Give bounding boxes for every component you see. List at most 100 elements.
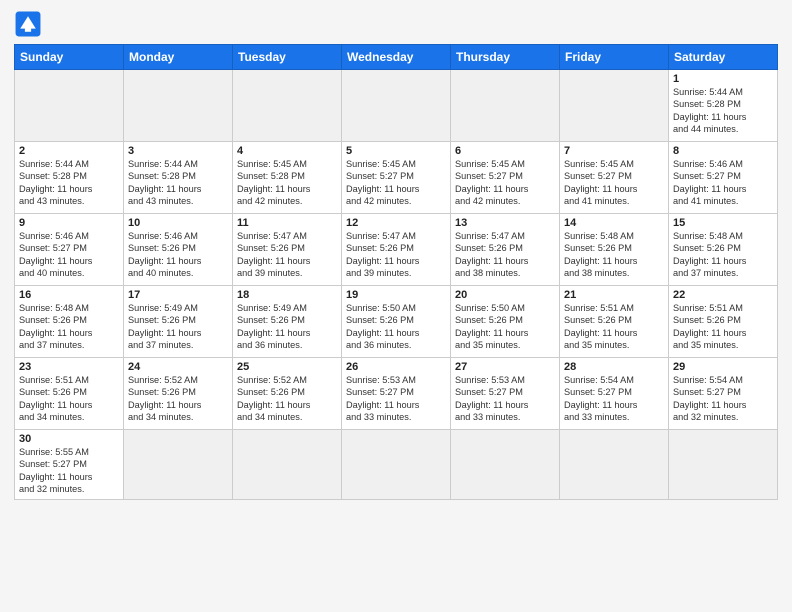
day-info: Sunrise: 5:48 AM Sunset: 5:26 PM Dayligh…: [673, 230, 773, 280]
day-info: Sunrise: 5:50 AM Sunset: 5:26 PM Dayligh…: [455, 302, 555, 352]
day-info: Sunrise: 5:48 AM Sunset: 5:26 PM Dayligh…: [564, 230, 664, 280]
weekday-header: Tuesday: [233, 45, 342, 70]
day-info: Sunrise: 5:54 AM Sunset: 5:27 PM Dayligh…: [673, 374, 773, 424]
day-number: 21: [564, 289, 664, 301]
calendar-cell: [560, 70, 669, 142]
day-number: 9: [19, 217, 119, 229]
day-number: 25: [237, 361, 337, 373]
day-number: 3: [128, 145, 228, 157]
calendar-cell: 23Sunrise: 5:51 AM Sunset: 5:26 PM Dayli…: [15, 358, 124, 430]
weekday-header: Thursday: [451, 45, 560, 70]
day-number: 23: [19, 361, 119, 373]
calendar-cell: 28Sunrise: 5:54 AM Sunset: 5:27 PM Dayli…: [560, 358, 669, 430]
calendar-cell: 30Sunrise: 5:55 AM Sunset: 5:27 PM Dayli…: [15, 430, 124, 500]
day-info: Sunrise: 5:46 AM Sunset: 5:26 PM Dayligh…: [128, 230, 228, 280]
day-info: Sunrise: 5:44 AM Sunset: 5:28 PM Dayligh…: [128, 158, 228, 208]
calendar-cell: 9Sunrise: 5:46 AM Sunset: 5:27 PM Daylig…: [15, 214, 124, 286]
calendar-cell: [233, 430, 342, 500]
day-number: 7: [564, 145, 664, 157]
day-info: Sunrise: 5:45 AM Sunset: 5:27 PM Dayligh…: [564, 158, 664, 208]
weekday-header: Friday: [560, 45, 669, 70]
day-number: 26: [346, 361, 446, 373]
day-number: 2: [19, 145, 119, 157]
day-number: 5: [346, 145, 446, 157]
calendar-cell: [124, 430, 233, 500]
day-number: 8: [673, 145, 773, 157]
calendar-cell: 17Sunrise: 5:49 AM Sunset: 5:26 PM Dayli…: [124, 286, 233, 358]
calendar-cell: 22Sunrise: 5:51 AM Sunset: 5:26 PM Dayli…: [669, 286, 778, 358]
calendar-cell: 20Sunrise: 5:50 AM Sunset: 5:26 PM Dayli…: [451, 286, 560, 358]
calendar-cell: 25Sunrise: 5:52 AM Sunset: 5:26 PM Dayli…: [233, 358, 342, 430]
calendar-cell: 12Sunrise: 5:47 AM Sunset: 5:26 PM Dayli…: [342, 214, 451, 286]
calendar-cell: 2Sunrise: 5:44 AM Sunset: 5:28 PM Daylig…: [15, 142, 124, 214]
day-info: Sunrise: 5:49 AM Sunset: 5:26 PM Dayligh…: [128, 302, 228, 352]
calendar: SundayMondayTuesdayWednesdayThursdayFrid…: [14, 44, 778, 500]
calendar-cell: 11Sunrise: 5:47 AM Sunset: 5:26 PM Dayli…: [233, 214, 342, 286]
day-number: 20: [455, 289, 555, 301]
day-number: 13: [455, 217, 555, 229]
day-number: 29: [673, 361, 773, 373]
calendar-cell: 19Sunrise: 5:50 AM Sunset: 5:26 PM Dayli…: [342, 286, 451, 358]
day-info: Sunrise: 5:45 AM Sunset: 5:27 PM Dayligh…: [346, 158, 446, 208]
day-info: Sunrise: 5:46 AM Sunset: 5:27 PM Dayligh…: [673, 158, 773, 208]
day-info: Sunrise: 5:51 AM Sunset: 5:26 PM Dayligh…: [19, 374, 119, 424]
calendar-cell: [233, 70, 342, 142]
day-info: Sunrise: 5:53 AM Sunset: 5:27 PM Dayligh…: [346, 374, 446, 424]
day-number: 4: [237, 145, 337, 157]
day-number: 16: [19, 289, 119, 301]
day-number: 28: [564, 361, 664, 373]
calendar-cell: [669, 430, 778, 500]
calendar-cell: 6Sunrise: 5:45 AM Sunset: 5:27 PM Daylig…: [451, 142, 560, 214]
calendar-cell: 3Sunrise: 5:44 AM Sunset: 5:28 PM Daylig…: [124, 142, 233, 214]
day-info: Sunrise: 5:44 AM Sunset: 5:28 PM Dayligh…: [19, 158, 119, 208]
calendar-cell: [451, 430, 560, 500]
day-number: 22: [673, 289, 773, 301]
day-info: Sunrise: 5:49 AM Sunset: 5:26 PM Dayligh…: [237, 302, 337, 352]
day-number: 17: [128, 289, 228, 301]
day-number: 14: [564, 217, 664, 229]
day-number: 6: [455, 145, 555, 157]
day-info: Sunrise: 5:45 AM Sunset: 5:27 PM Dayligh…: [455, 158, 555, 208]
day-number: 18: [237, 289, 337, 301]
weekday-header: Wednesday: [342, 45, 451, 70]
logo: [14, 10, 46, 38]
day-info: Sunrise: 5:47 AM Sunset: 5:26 PM Dayligh…: [455, 230, 555, 280]
day-number: 11: [237, 217, 337, 229]
calendar-cell: 14Sunrise: 5:48 AM Sunset: 5:26 PM Dayli…: [560, 214, 669, 286]
calendar-cell: 15Sunrise: 5:48 AM Sunset: 5:26 PM Dayli…: [669, 214, 778, 286]
calendar-cell: [342, 430, 451, 500]
day-number: 19: [346, 289, 446, 301]
calendar-cell: 4Sunrise: 5:45 AM Sunset: 5:28 PM Daylig…: [233, 142, 342, 214]
day-number: 24: [128, 361, 228, 373]
calendar-cell: [560, 430, 669, 500]
calendar-cell: 1Sunrise: 5:44 AM Sunset: 5:28 PM Daylig…: [669, 70, 778, 142]
day-info: Sunrise: 5:48 AM Sunset: 5:26 PM Dayligh…: [19, 302, 119, 352]
calendar-cell: 8Sunrise: 5:46 AM Sunset: 5:27 PM Daylig…: [669, 142, 778, 214]
day-info: Sunrise: 5:47 AM Sunset: 5:26 PM Dayligh…: [346, 230, 446, 280]
calendar-cell: [342, 70, 451, 142]
calendar-cell: 7Sunrise: 5:45 AM Sunset: 5:27 PM Daylig…: [560, 142, 669, 214]
calendar-cell: 26Sunrise: 5:53 AM Sunset: 5:27 PM Dayli…: [342, 358, 451, 430]
day-info: Sunrise: 5:47 AM Sunset: 5:26 PM Dayligh…: [237, 230, 337, 280]
calendar-cell: [124, 70, 233, 142]
calendar-cell: [451, 70, 560, 142]
day-number: 27: [455, 361, 555, 373]
day-info: Sunrise: 5:54 AM Sunset: 5:27 PM Dayligh…: [564, 374, 664, 424]
calendar-cell: 27Sunrise: 5:53 AM Sunset: 5:27 PM Dayli…: [451, 358, 560, 430]
calendar-cell: 18Sunrise: 5:49 AM Sunset: 5:26 PM Dayli…: [233, 286, 342, 358]
calendar-cell: 13Sunrise: 5:47 AM Sunset: 5:26 PM Dayli…: [451, 214, 560, 286]
calendar-cell: 10Sunrise: 5:46 AM Sunset: 5:26 PM Dayli…: [124, 214, 233, 286]
calendar-cell: 5Sunrise: 5:45 AM Sunset: 5:27 PM Daylig…: [342, 142, 451, 214]
day-info: Sunrise: 5:44 AM Sunset: 5:28 PM Dayligh…: [673, 86, 773, 136]
day-info: Sunrise: 5:53 AM Sunset: 5:27 PM Dayligh…: [455, 374, 555, 424]
day-number: 30: [19, 433, 119, 445]
calendar-cell: [15, 70, 124, 142]
day-number: 10: [128, 217, 228, 229]
calendar-cell: 21Sunrise: 5:51 AM Sunset: 5:26 PM Dayli…: [560, 286, 669, 358]
weekday-header: Saturday: [669, 45, 778, 70]
day-info: Sunrise: 5:51 AM Sunset: 5:26 PM Dayligh…: [564, 302, 664, 352]
logo-icon: [14, 10, 42, 38]
day-number: 12: [346, 217, 446, 229]
day-number: 15: [673, 217, 773, 229]
day-info: Sunrise: 5:52 AM Sunset: 5:26 PM Dayligh…: [237, 374, 337, 424]
